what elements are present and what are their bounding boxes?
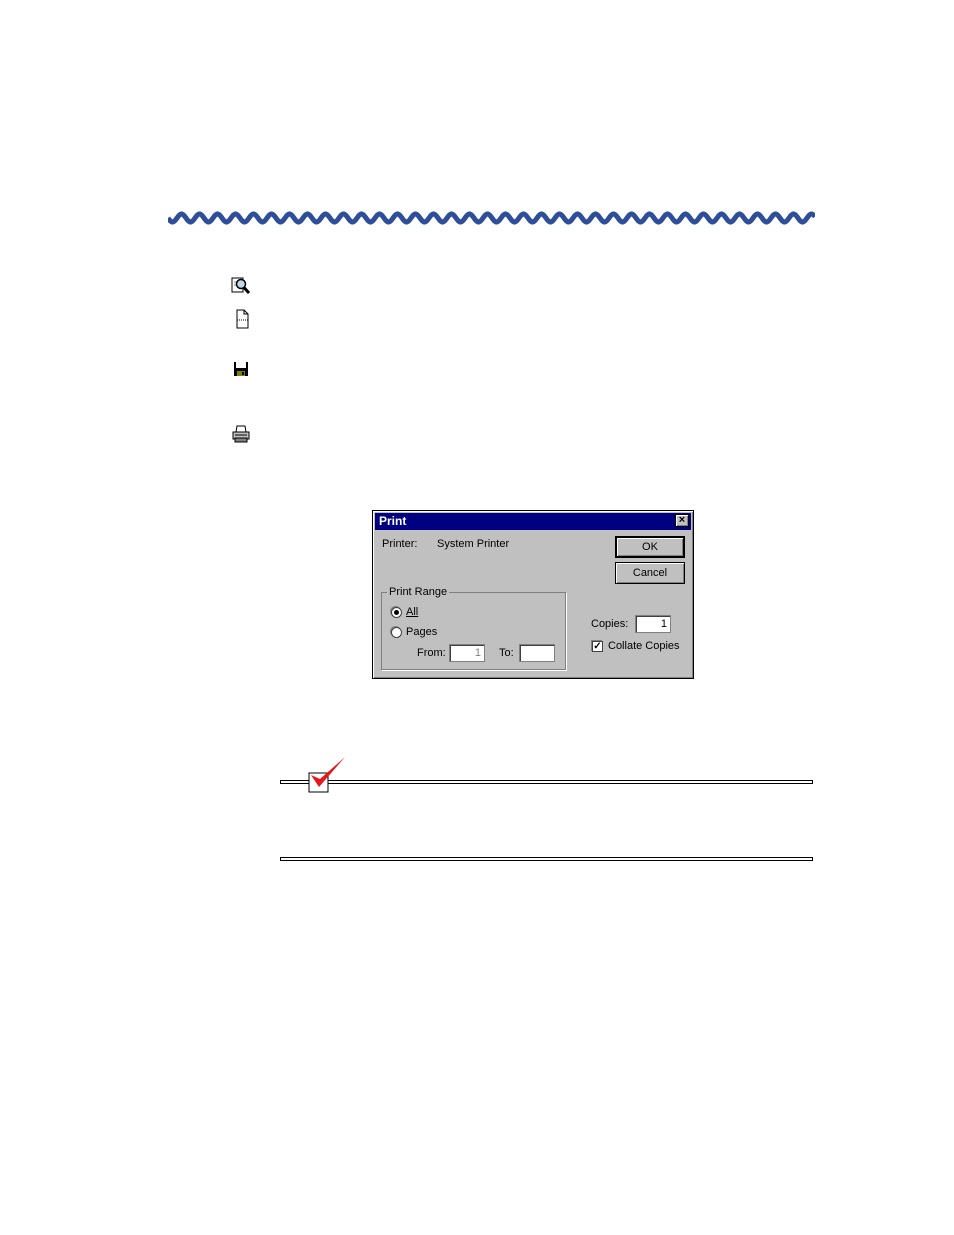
- radio-all[interactable]: [391, 607, 402, 618]
- copies-label: Copies:: [591, 618, 629, 630]
- collate-checkbox[interactable]: ✓: [592, 641, 603, 652]
- page-icon: [230, 308, 252, 330]
- from-field[interactable]: 1: [449, 644, 485, 662]
- check-icon: ✓: [593, 641, 602, 652]
- printer-label: Printer:: [382, 538, 418, 550]
- all-label[interactable]: All: [406, 606, 418, 618]
- checkmark-icon: [308, 757, 345, 793]
- close-icon: ×: [678, 514, 686, 526]
- copies-field[interactable]: 1: [635, 615, 671, 633]
- floppy-disk-icon: [230, 358, 252, 380]
- to-field[interactable]: [519, 644, 555, 662]
- dialog-title: Print: [379, 514, 407, 528]
- note-top-rule: [280, 780, 813, 784]
- radio-pages[interactable]: [391, 627, 402, 638]
- header-wave-rule: [168, 211, 815, 225]
- from-label: From:: [417, 647, 446, 659]
- print-dialog: Print × Printer: System Printer OK Cance…: [372, 510, 694, 679]
- cancel-button[interactable]: Cancel: [615, 562, 685, 584]
- collate-label[interactable]: Collate Copies: [608, 640, 680, 652]
- printer-value: System Printer: [437, 538, 510, 550]
- pages-label[interactable]: Pages: [406, 626, 437, 638]
- dialog-titlebar[interactable]: Print ×: [375, 513, 691, 530]
- note-bottom-rule: [280, 857, 813, 861]
- printer-icon: [230, 423, 252, 445]
- print-range-label: Print Range: [387, 586, 450, 598]
- close-button[interactable]: ×: [675, 514, 689, 527]
- ok-button[interactable]: OK: [615, 536, 685, 558]
- zoom-icon: [230, 275, 252, 297]
- radio-selected-dot: [394, 610, 399, 615]
- to-label: To:: [499, 647, 514, 659]
